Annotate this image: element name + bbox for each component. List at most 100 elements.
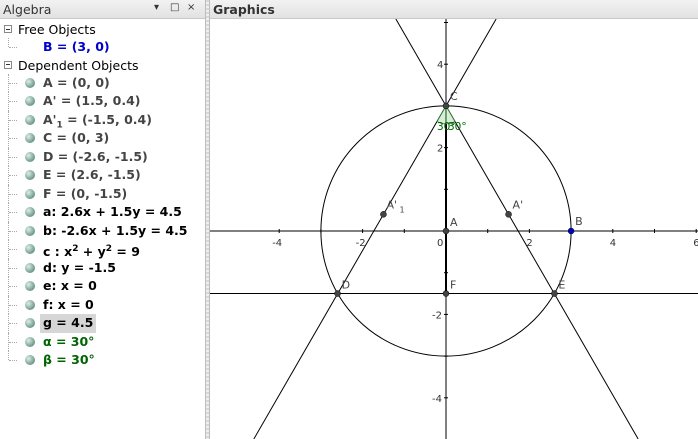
point-A-prime-1-rest: = (-1.5, 0.4) bbox=[62, 111, 152, 127]
algebra-item-angle-alpha[interactable]: α = 30° bbox=[0, 332, 205, 352]
point-label-C: C bbox=[450, 90, 458, 103]
point-E[interactable] bbox=[551, 290, 558, 297]
point-Ap1[interactable] bbox=[380, 211, 387, 218]
algebra-title: Algebra bbox=[3, 2, 52, 17]
circle-c-rest: = 9 bbox=[112, 244, 140, 260]
algebra-item-line-b[interactable]: b: -2.6x + 1.5y = 4.5 bbox=[0, 221, 205, 240]
tree-guide bbox=[9, 249, 17, 250]
point-D[interactable] bbox=[334, 290, 341, 297]
tree-guide bbox=[8, 38, 10, 47]
line-d-text: d: y = -1.5 bbox=[43, 259, 116, 275]
point-B[interactable] bbox=[567, 227, 575, 235]
algebra-item-point-C[interactable]: C = (0, 3) bbox=[0, 129, 205, 148]
point-Ap[interactable] bbox=[505, 211, 512, 218]
algebra-tree: Free Objects B = (3, 0) Dependent Objects A… bbox=[0, 21, 205, 370]
tree-guide bbox=[9, 286, 17, 287]
point-C[interactable] bbox=[442, 102, 450, 110]
visibility-toggle-icon[interactable] bbox=[25, 262, 35, 273]
collapse-icon[interactable] bbox=[4, 60, 12, 69]
visibility-toggle-icon[interactable] bbox=[25, 207, 35, 217]
visibility-toggle-icon[interactable] bbox=[25, 299, 35, 310]
y-tick-label-2: 2 bbox=[437, 144, 443, 155]
graphics-title-bar: Graphics bbox=[210, 0, 698, 19]
line-f-definition: f: x = 0 bbox=[43, 296, 94, 315]
tree-guide bbox=[8, 351, 10, 360]
tree-guide bbox=[9, 47, 17, 48]
tree-guide bbox=[9, 212, 17, 213]
tree-guide bbox=[9, 82, 17, 84]
algebra-panel: Algebra ▾ □ × Free Objects B = (3, 0) Depe… bbox=[0, 0, 205, 439]
free-objects-group-label: Free Objects bbox=[18, 22, 96, 37]
visibility-toggle-icon[interactable] bbox=[25, 77, 35, 88]
algebra-item-line-a[interactable]: a: 2.6x + 1.5y = 4.5 bbox=[0, 203, 205, 222]
restore-icon[interactable]: □ bbox=[170, 2, 179, 13]
line-b[interactable] bbox=[253, 19, 497, 439]
tree-guide bbox=[9, 304, 17, 306]
visibility-toggle-icon[interactable] bbox=[25, 225, 35, 236]
algebra-item-point-A[interactable]: A = (0, 0) bbox=[0, 73, 205, 92]
segment-g-definition: g = 4.5 bbox=[40, 314, 97, 333]
visibility-toggle-icon[interactable] bbox=[25, 188, 35, 199]
point-B-text: B = (3, 0) bbox=[43, 39, 110, 54]
visibility-toggle-icon[interactable] bbox=[25, 170, 35, 180]
angle-beta-label: 30° bbox=[448, 121, 467, 133]
tree-guide bbox=[9, 341, 17, 343]
algebra-item-point-D[interactable]: D = (-2.6, -1.5) bbox=[0, 147, 205, 167]
point-E-text: E = (2.6, -1.5) bbox=[43, 167, 141, 182]
panel-menu-icon[interactable]: ▾ bbox=[154, 2, 159, 13]
close-icon[interactable]: × bbox=[187, 2, 195, 13]
visibility-toggle-icon[interactable] bbox=[25, 244, 35, 254]
visibility-toggle-icon[interactable] bbox=[25, 336, 35, 347]
angle-alpha-definition: α = 30° bbox=[43, 333, 94, 352]
point-label-Ap1: A' bbox=[386, 198, 397, 211]
point-A[interactable] bbox=[442, 227, 450, 235]
algebra-item-line-d[interactable]: d: y = -1.5 bbox=[0, 258, 205, 277]
algebra-item-point-B[interactable]: B = (3, 0) bbox=[0, 38, 205, 57]
angle-alpha-text: α = 30° bbox=[43, 333, 95, 349]
line-f-text: f: x = 0 bbox=[43, 296, 94, 312]
tree-guide bbox=[9, 230, 17, 232]
algebra-item-angle-beta[interactable]: β = 30° bbox=[0, 351, 205, 370]
x-tick-label-6: 6 bbox=[693, 238, 698, 249]
algebra-item-line-f[interactable]: f: x = 0 bbox=[0, 295, 205, 315]
algebra-item-point-E[interactable]: E = (2.6, -1.5) bbox=[0, 166, 205, 185]
algebra-item-segment-g[interactable]: g = 4.5 bbox=[0, 314, 205, 333]
dependent-objects-group[interactable]: Dependent Objects bbox=[0, 57, 205, 74]
visibility-toggle-icon[interactable] bbox=[25, 114, 35, 125]
line-a[interactable] bbox=[395, 19, 639, 439]
line-e-text: e: x = 0 bbox=[43, 278, 97, 293]
algebra-item-point-A-prime-1[interactable]: A'1 = (-1.5, 0.4) bbox=[0, 110, 205, 130]
dependent-objects-group-label: Dependent Objects bbox=[18, 57, 139, 73]
tree-guide bbox=[9, 101, 17, 102]
free-objects-group[interactable]: Free Objects bbox=[0, 21, 205, 38]
visibility-toggle-icon[interactable] bbox=[25, 281, 35, 291]
tree-guide bbox=[9, 175, 17, 176]
y-tick-label--2: -2 bbox=[432, 310, 442, 321]
algebra-item-line-e[interactable]: e: x = 0 bbox=[0, 277, 205, 296]
visibility-toggle-icon[interactable] bbox=[25, 133, 35, 143]
circle-c-text: c : x bbox=[43, 244, 73, 260]
graphics-panel[interactable]: Graphics -4 -2 2 4 6 0 4 2 -2 -4 30° 30° A B C D E F A' A' 1 bbox=[210, 0, 698, 439]
point-F[interactable] bbox=[442, 290, 450, 297]
point-C-text: C = (0, 3) bbox=[43, 130, 110, 145]
point-D-definition: D = (-2.6, -1.5) bbox=[43, 148, 148, 167]
point-C-definition: C = (0, 3) bbox=[43, 129, 109, 148]
circle-c-mid: + y bbox=[78, 244, 106, 260]
visibility-toggle-icon[interactable] bbox=[25, 96, 35, 106]
algebra-item-point-F[interactable]: F = (0, -1.5) bbox=[0, 184, 205, 203]
visibility-toggle-icon[interactable] bbox=[25, 355, 35, 365]
angle-beta-text: β = 30° bbox=[43, 352, 95, 367]
algebra-item-circle-c[interactable]: c : x2 + y2 = 9 bbox=[0, 240, 205, 259]
point-label-B: B bbox=[575, 215, 583, 228]
point-F-text: F = (0, -1.5) bbox=[43, 185, 128, 201]
graphics-title: Graphics bbox=[213, 2, 275, 17]
visibility-toggle-icon[interactable] bbox=[25, 151, 35, 162]
visibility-toggle-icon[interactable] bbox=[25, 318, 35, 328]
graphics-canvas[interactable]: -4 -2 2 4 6042-2-430°30°A BCD EFA'A' 1 bbox=[210, 19, 698, 439]
collapse-icon[interactable] bbox=[4, 25, 12, 33]
algebra-item-point-A-prime[interactable]: A' = (1.5, 0.4) bbox=[0, 92, 205, 111]
point-A-prime-definition: A' = (1.5, 0.4) bbox=[43, 92, 141, 111]
x-tick-label-4: 4 bbox=[610, 238, 616, 249]
tree-guide bbox=[9, 323, 17, 324]
tree-guide bbox=[9, 267, 17, 269]
